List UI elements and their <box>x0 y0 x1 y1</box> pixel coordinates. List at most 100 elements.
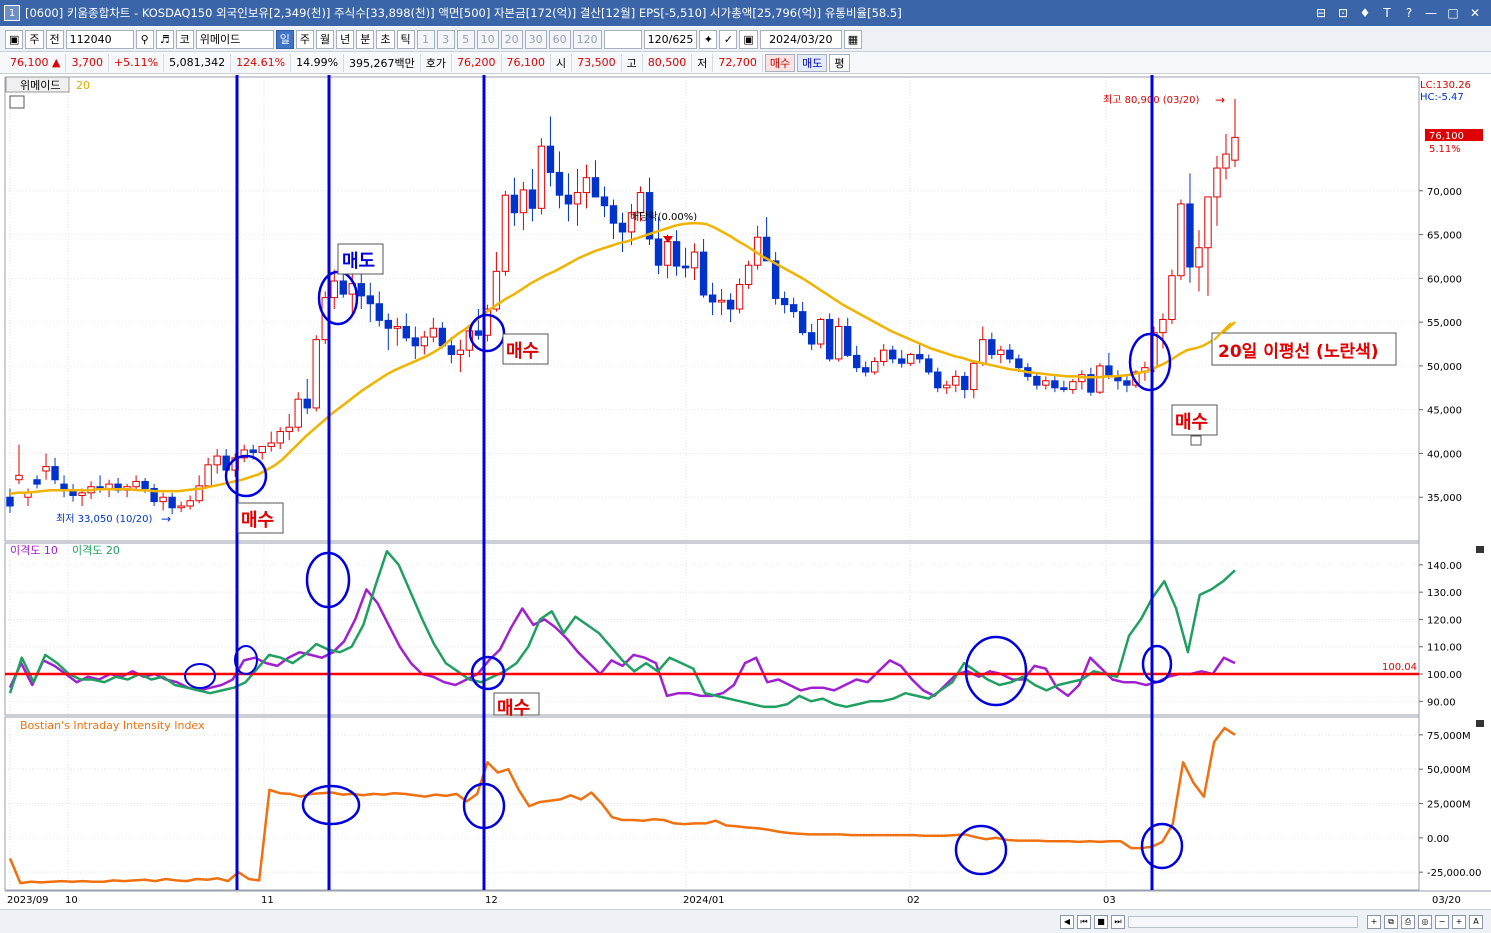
pin-icon[interactable]: ♦ <box>1357 6 1373 20</box>
interval-minute[interactable]: 분 <box>356 29 375 49</box>
crosshair-icon[interactable]: + <box>1367 914 1381 929</box>
zoom-in-icon[interactable]: + <box>1452 914 1466 929</box>
zoom-slider[interactable] <box>1128 915 1358 928</box>
down-candle <box>141 480 149 489</box>
down-candle <box>564 194 573 205</box>
copy-icon[interactable]: ⧉ <box>1384 914 1398 929</box>
text-size-icon[interactable]: T <box>1379 6 1395 20</box>
tick-button-5[interactable]: 5 <box>456 29 475 49</box>
up-candle <box>519 189 528 214</box>
up-candle <box>15 474 23 481</box>
tool-pin-icon[interactable]: ✦ <box>699 29 718 49</box>
market-select[interactable]: 코 <box>175 29 194 49</box>
bii-panel-close-icon[interactable] <box>1476 720 1484 727</box>
interval-second[interactable]: 초 <box>376 29 395 49</box>
font-icon[interactable]: A <box>1469 914 1483 929</box>
save-icon[interactable]: ▣ <box>739 29 758 49</box>
down-candle <box>798 311 807 334</box>
link-icon[interactable]: ⊡ <box>1335 6 1351 20</box>
chart-menu-icon[interactable]: ▣ <box>5 29 24 49</box>
close-button[interactable]: ✕ <box>1467 6 1483 20</box>
down-candle <box>249 449 257 454</box>
evaluation-button[interactable]: 평 <box>829 53 850 72</box>
interval-day[interactable]: 일 <box>275 29 294 49</box>
sell-button[interactable]: 매도 <box>797 53 828 72</box>
sound-icon[interactable]: ♬ <box>155 29 174 49</box>
stock-code-input[interactable]: 112040 <box>65 29 134 49</box>
interval-month[interactable]: 월 <box>316 29 335 49</box>
stock-name-field[interactable]: 위메이드 <box>195 29 274 49</box>
tick-button-30[interactable]: 30 <box>524 29 547 49</box>
up-candle <box>105 483 113 489</box>
tick-button-120[interactable]: 120 <box>572 29 602 49</box>
tool-draw-icon[interactable]: ✓ <box>719 29 738 49</box>
current-price-tag-value: 76,100 <box>1429 131 1464 142</box>
bid-price-1: 76,200 <box>452 53 502 72</box>
magnify-icon[interactable]: ◎ <box>1418 914 1432 929</box>
scroll-end-icon[interactable]: ⏭ <box>1111 914 1125 929</box>
data-count-field[interactable]: 120/625 <box>643 29 698 49</box>
down-candle <box>771 260 780 299</box>
open-label: 시 <box>551 53 573 72</box>
minimize-button[interactable]: — <box>1423 6 1439 20</box>
tick-button-1[interactable]: 1 <box>416 29 435 49</box>
stock-chart-area[interactable]: 2023/09 10 11 12 2024/01 02 03 03/20 70,000 65,00… <box>0 75 1491 909</box>
down-candle <box>780 297 789 306</box>
legend-bii: Bostian's Intraday Intensity Index <box>20 719 205 732</box>
down-candle <box>303 398 311 409</box>
interval-tick[interactable]: 틱 <box>396 29 415 49</box>
legend-disparity-20: 이격도 20 <box>72 544 120 557</box>
price-change-percent: +5.11% <box>109 53 165 72</box>
up-candle <box>1195 247 1203 268</box>
print-icon[interactable]: ⎙ <box>1401 914 1415 929</box>
up-candle <box>186 500 194 507</box>
tick-button-20[interactable]: 20 <box>500 29 523 49</box>
interval-year[interactable]: 년 <box>336 29 355 49</box>
down-candle <box>591 177 600 198</box>
up-candle <box>834 326 843 360</box>
x-axis-label: 03 <box>1103 895 1116 906</box>
x-axis-label: 11 <box>261 895 274 906</box>
buy-button[interactable]: 매수 <box>764 53 796 72</box>
tick-button-10[interactable]: 10 <box>476 29 499 49</box>
custom-interval-select[interactable] <box>603 29 642 49</box>
up-candle <box>42 466 50 472</box>
up-candle <box>393 326 402 329</box>
up-candle <box>312 339 320 409</box>
scroll-start-icon[interactable]: ⏮ <box>1077 914 1091 929</box>
scroll-left-icon[interactable]: ◀ <box>1060 914 1074 929</box>
restore-layout-icon[interactable]: ⊟ <box>1313 6 1329 20</box>
up-candle <box>456 349 465 356</box>
down-candle <box>51 466 59 481</box>
maximize-button[interactable]: □ <box>1445 6 1461 20</box>
calendar-icon[interactable]: ▦ <box>843 29 863 49</box>
annotation-handle[interactable] <box>1190 435 1202 446</box>
up-candle <box>735 283 744 310</box>
up-candle <box>1168 275 1176 321</box>
down-candle <box>699 251 708 296</box>
y-axis-label: 70,000 <box>1427 187 1462 198</box>
up-candle <box>636 192 645 214</box>
legend-stock-name: 위메이드 <box>20 79 60 92</box>
up-candle <box>501 194 510 272</box>
interval-week[interactable]: 주 <box>295 29 315 49</box>
high-label: 고 <box>622 53 643 72</box>
search-icon[interactable]: ⚲ <box>135 29 154 49</box>
down-candle <box>339 280 347 295</box>
bid-label: 호가 <box>421 53 453 72</box>
tick-button-3[interactable]: 3 <box>436 29 455 49</box>
help-icon[interactable]: ? <box>1401 6 1417 20</box>
disparity-panel-close-icon[interactable] <box>1476 546 1484 553</box>
up-candle <box>1042 380 1050 386</box>
up-candle <box>744 264 753 285</box>
period-select[interactable]: 주 <box>25 29 44 49</box>
tick-button-60[interactable]: 60 <box>548 29 571 49</box>
window-number-badge: 1 <box>4 5 20 21</box>
status-bar: ◀ ⏮ ■ ⏭ + ⧉ ⎙ ◎ − + A <box>0 909 1491 933</box>
zoom-out-icon[interactable]: − <box>1435 914 1449 929</box>
down-candle <box>708 294 717 303</box>
up-candle <box>177 505 185 509</box>
all-select[interactable]: 전 <box>45 29 64 49</box>
date-field[interactable]: 2024/03/20 <box>759 29 842 49</box>
stop-icon[interactable]: ■ <box>1094 914 1108 929</box>
